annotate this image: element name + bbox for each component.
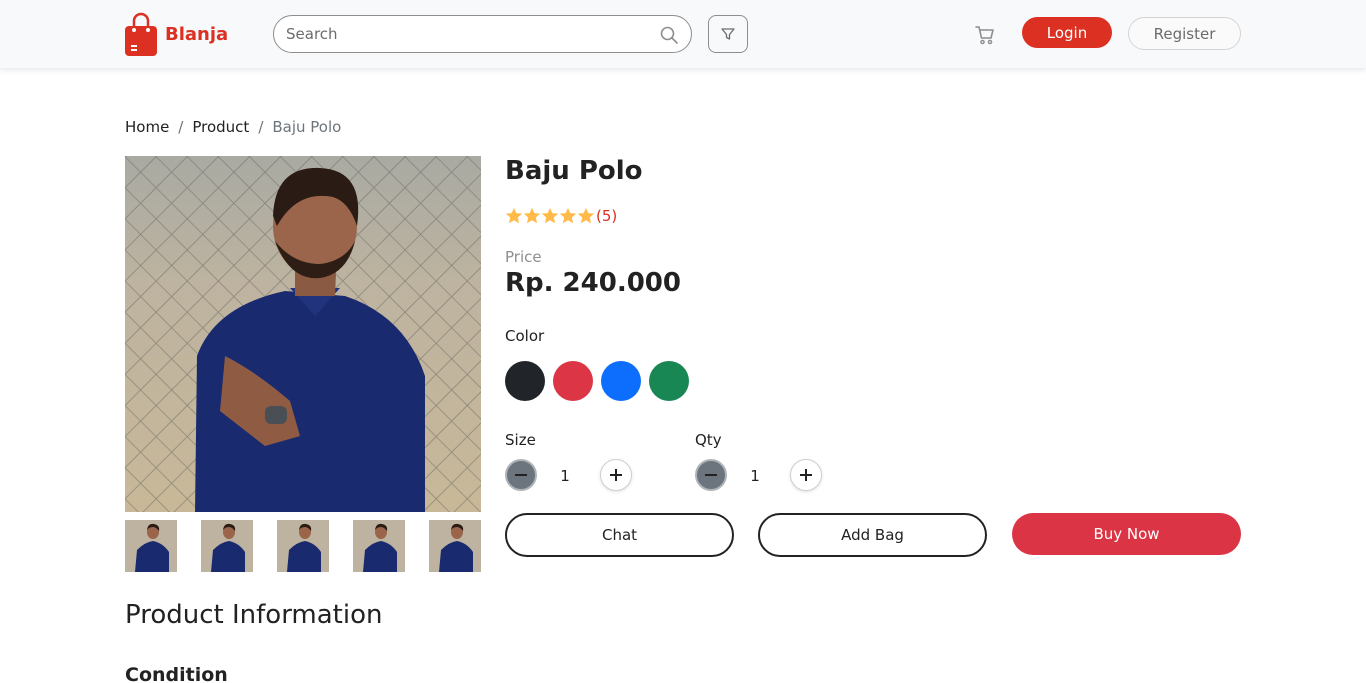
thumbnail[interactable] [125,520,177,572]
qty-increment-button[interactable] [790,459,822,491]
color-swatch-red[interactable] [553,361,593,401]
register-button[interactable]: Register [1128,17,1241,50]
chat-button[interactable]: Chat [505,513,734,557]
star-icon [505,207,523,224]
thumbnail[interactable] [201,520,253,572]
qty-value: 1 [750,467,760,485]
minus-icon [515,474,527,476]
breadcrumb-home[interactable]: Home [125,118,169,136]
brand-logo[interactable]: Blanja [125,12,228,56]
thumbnail[interactable] [429,520,481,572]
color-swatch-black[interactable] [505,361,545,401]
cart-icon[interactable] [974,24,996,46]
color-swatch-blue[interactable] [601,361,641,401]
size-decrement-button[interactable] [505,459,537,491]
breadcrumb-product[interactable]: Product [192,118,249,136]
add-bag-button[interactable]: Add Bag [758,513,987,557]
thumbnail[interactable] [353,520,405,572]
shopping-bag-icon [125,12,157,56]
star-icon [541,207,559,224]
buy-now-button[interactable]: Buy Now [1012,513,1241,555]
breadcrumb-current: Baju Polo [272,118,342,136]
price-value: Rp. 240.000 [505,268,681,298]
qty-label: Qty [695,431,722,449]
product-title: Baju Polo [505,156,643,186]
color-label: Color [505,327,545,345]
condition-heading: Condition [125,664,228,683]
plus-icon [610,469,622,481]
rating-count: (5) [596,207,618,225]
navbar: Blanja Login Register [0,0,1366,68]
search-bar [273,15,692,53]
filter-button[interactable] [708,15,748,53]
star-icon [559,207,577,224]
breadcrumb: Home / Product / Baju Polo [125,118,341,136]
product-information-heading: Product Information [125,600,383,630]
breadcrumb-separator: / [178,118,184,136]
search-input[interactable] [274,16,691,52]
star-icon [523,207,541,224]
price-label: Price [505,248,542,266]
qty-decrement-button[interactable] [695,459,727,491]
product-main-image [125,156,481,512]
star-icon [577,207,595,224]
thumbnail-gallery [125,520,481,572]
brand-name: Blanja [165,23,229,45]
breadcrumb-separator: / [258,118,264,136]
size-label: Size [505,431,536,449]
plus-icon [800,469,812,481]
size-increment-button[interactable] [600,459,632,491]
product-rating: (5) [505,206,617,226]
thumbnail[interactable] [277,520,329,572]
color-swatch-green[interactable] [649,361,689,401]
filter-icon [721,28,735,40]
search-icon[interactable] [659,25,679,45]
size-value: 1 [560,467,570,485]
login-button[interactable]: Login [1022,17,1112,48]
minus-icon [705,474,717,476]
